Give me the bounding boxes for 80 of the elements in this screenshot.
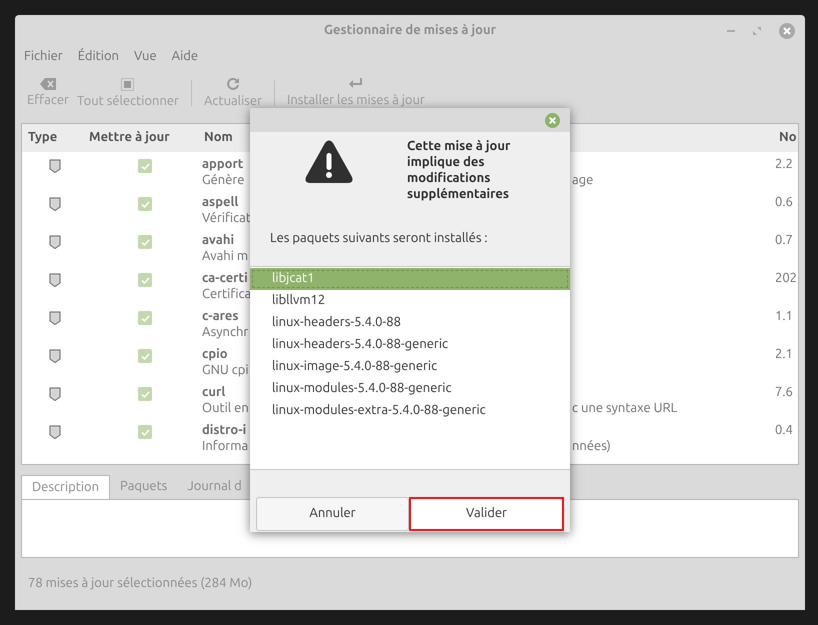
- package-list-item[interactable]: linux-image-5.4.0-88-generic: [250, 356, 570, 378]
- select-all-icon: [121, 78, 134, 90]
- checkbox[interactable]: [138, 235, 152, 249]
- package-name: c-ares: [202, 308, 240, 324]
- close-button[interactable]: [545, 112, 560, 128]
- checkmark-icon: [140, 314, 150, 322]
- shield-icon: [49, 311, 61, 325]
- version-cell: 0.7: [775, 232, 793, 248]
- shield-icon: [49, 387, 61, 401]
- checkbox[interactable]: [138, 349, 152, 363]
- tab[interactable]: Description: [21, 475, 110, 499]
- dialog-title: Cette mise à jour implique des modifications supplémentaires: [407, 138, 512, 202]
- menu-item[interactable]: Fichier: [24, 47, 63, 67]
- version-cell: 0.6: [775, 194, 793, 210]
- version-cell: 2.1: [775, 346, 793, 362]
- backspace-icon: [40, 78, 56, 90]
- shield-icon: [49, 235, 61, 249]
- version-cell: 202: [775, 270, 797, 286]
- package-list-item[interactable]: linux-headers-5.4.0-88-generic: [250, 334, 570, 356]
- column-header[interactable]: No: [775, 128, 797, 148]
- package-list-item[interactable]: linux-modules-5.4.0-88-generic: [250, 378, 570, 400]
- version-cell: 2.2: [775, 156, 793, 172]
- column-header[interactable]: Type: [22, 128, 88, 148]
- checkmark-icon: [140, 200, 150, 208]
- package-list-item[interactable]: linux-modules-extra-5.4.0-88-generic: [250, 400, 570, 422]
- package-name: distro-i: [202, 422, 248, 438]
- refresh-icon: [226, 77, 240, 91]
- checkmark-icon: [140, 276, 150, 284]
- checkmark-icon: [140, 390, 150, 398]
- package-name: curl: [202, 384, 226, 400]
- return-arrow-icon: [348, 78, 363, 90]
- shield-icon: [49, 159, 61, 173]
- package-description: nnées): [572, 438, 612, 454]
- version-cell: 0.4: [775, 422, 793, 438]
- menu-item[interactable]: Aide: [172, 47, 198, 67]
- checkbox[interactable]: [138, 311, 152, 325]
- package-name: aspell: [202, 194, 240, 210]
- package-name: avahi: [202, 232, 236, 248]
- package-description: Asynchr: [202, 324, 250, 340]
- status-text: 78 mises à jour sélectionnées (284 Mo): [28, 575, 252, 592]
- shield-icon: [49, 197, 61, 211]
- dialog-button[interactable]: Annuler: [256, 497, 409, 531]
- shield-icon: [49, 425, 61, 439]
- checkbox[interactable]: [138, 159, 152, 173]
- package-description: c une syntaxe URL: [572, 400, 678, 416]
- package-list-item[interactable]: linux-headers-5.4.0-88: [250, 312, 570, 334]
- checkbox[interactable]: [138, 387, 152, 401]
- checkbox[interactable]: [138, 425, 152, 439]
- package-list-item[interactable]: libllvm12: [250, 290, 570, 312]
- checkbox[interactable]: [138, 197, 152, 211]
- window-title: Gestionnaire de mises à jour: [324, 22, 496, 40]
- package-description: GNU cpi: [202, 362, 250, 378]
- column-header[interactable]: Mettre à jour: [88, 128, 201, 148]
- checkmark-icon: [140, 428, 150, 436]
- package-name: ca-certi: [202, 270, 249, 286]
- dialog-button[interactable]: Valider: [409, 497, 564, 531]
- package-description: Informa: [202, 438, 250, 454]
- menu-item[interactable]: Édition: [78, 47, 119, 67]
- maximize-button[interactable]: [753, 27, 761, 35]
- minimize-button[interactable]: [727, 30, 735, 32]
- package-description: age: [572, 172, 594, 188]
- version-cell: 7.6: [775, 384, 793, 400]
- package-name: cpio: [202, 346, 229, 362]
- version-cell: 1.1: [775, 308, 793, 324]
- checkbox[interactable]: [138, 273, 152, 287]
- checkmark-icon: [140, 238, 150, 246]
- warning-icon: [304, 140, 352, 184]
- close-button[interactable]: [779, 23, 795, 39]
- package-description: Génère: [202, 172, 246, 188]
- menu-item[interactable]: Vue: [134, 47, 157, 67]
- checkmark-icon: [140, 352, 150, 360]
- package-name: apport: [202, 156, 244, 172]
- dialog-message: Les paquets suivants seront installés :: [270, 230, 488, 248]
- package-description: Outil en: [202, 400, 250, 416]
- checkmark-icon: [140, 162, 150, 170]
- shield-icon: [49, 349, 61, 363]
- package-description: Vérificat: [202, 210, 252, 226]
- package-description: Certifica: [202, 286, 252, 302]
- shield-icon: [49, 273, 61, 287]
- package-description: Avahi m: [202, 248, 250, 264]
